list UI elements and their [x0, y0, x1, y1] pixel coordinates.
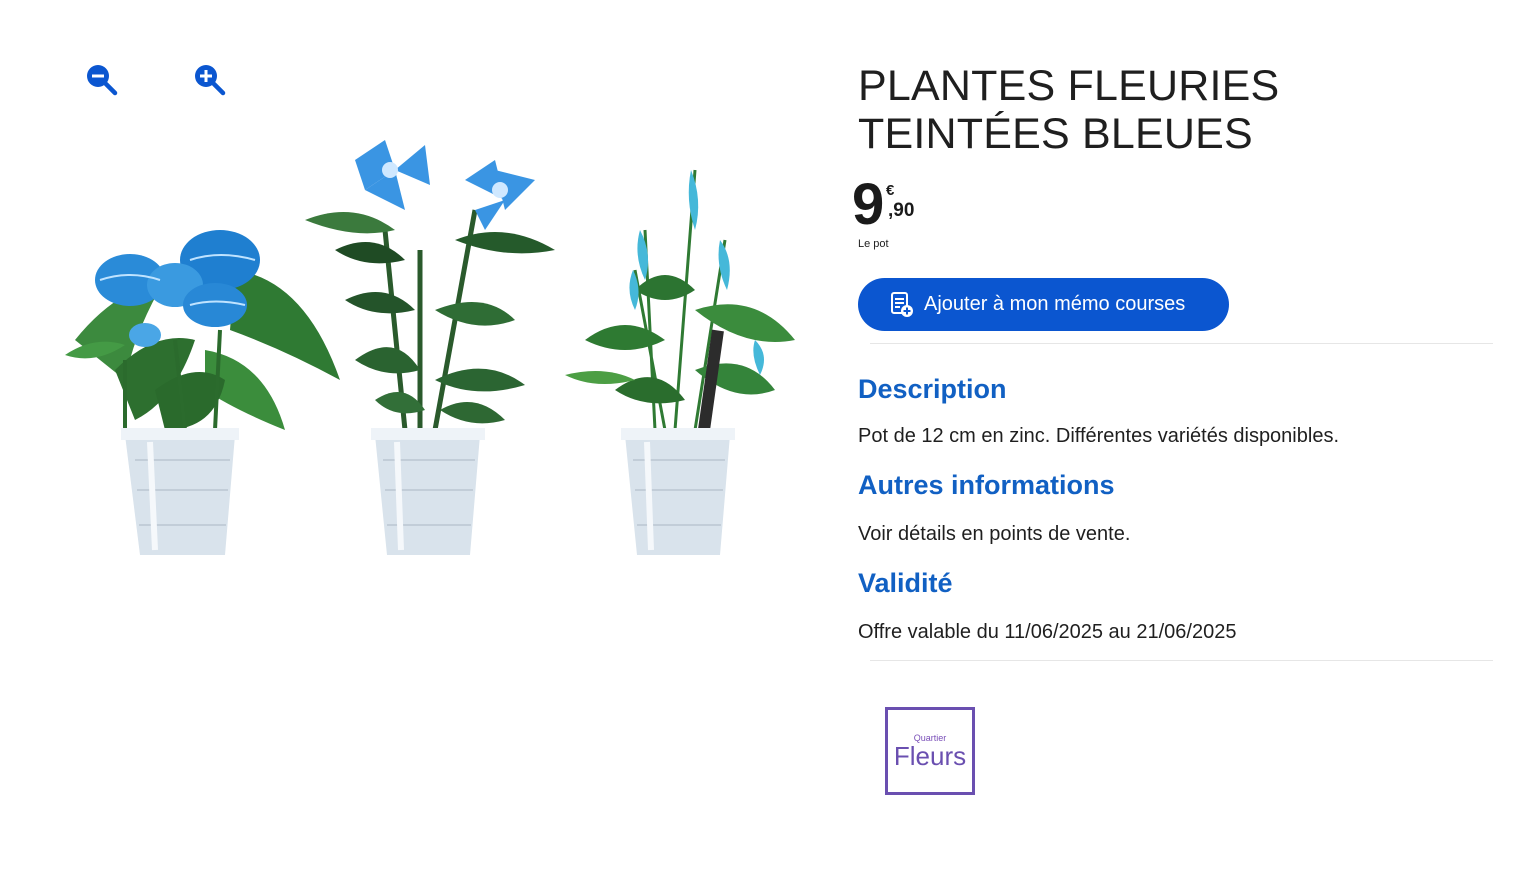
divider — [870, 343, 1493, 344]
price: 9 € ,90 — [852, 174, 1493, 236]
brand-logo: Quartier Fleurs — [885, 707, 975, 795]
zoom-controls — [82, 60, 228, 98]
shopping-list-add-icon — [891, 291, 913, 317]
add-to-memo-label: Ajouter à mon mémo courses — [924, 293, 1186, 315]
zoom-in-icon — [195, 65, 226, 96]
brand-logo-text: Fleurs — [893, 741, 967, 771]
other-info-title: Autres informations — [858, 470, 1115, 500]
zoom-out-button[interactable] — [82, 60, 120, 98]
description-title: Description — [858, 374, 1007, 404]
price-unit: Le pot — [858, 238, 889, 250]
plant-lily — [305, 140, 555, 555]
validity-title: Validité — [858, 568, 953, 598]
divider — [870, 660, 1493, 661]
price-cents: ,90 — [888, 200, 915, 221]
product-info: PLANTES FLEURIES TEINTÉES BLEUES 9 € ,90… — [852, 62, 1493, 795]
zoom-in-button[interactable] — [190, 60, 228, 98]
plant-anthurium — [65, 230, 340, 555]
other-info-text: Voir détails en points de vente. — [858, 523, 1131, 545]
product-page: PLANTES FLEURIES TEINTÉES BLEUES 9 € ,90… — [0, 0, 1520, 879]
price-integer: 9 — [852, 172, 884, 237]
product-image — [65, 140, 795, 555]
plant-spathiphyllum — [565, 169, 795, 555]
zoom-out-icon — [87, 65, 118, 96]
price-currency: € — [886, 182, 895, 199]
validity-text: Offre valable du 11/06/2025 au 21/06/202… — [858, 621, 1237, 643]
description-text: Pot de 12 cm en zinc. Différentes variét… — [858, 425, 1339, 447]
product-title: PLANTES FLEURIES TEINTÉES BLEUES — [858, 62, 1280, 158]
add-to-memo-button[interactable]: Ajouter à mon mémo courses — [858, 278, 1229, 331]
